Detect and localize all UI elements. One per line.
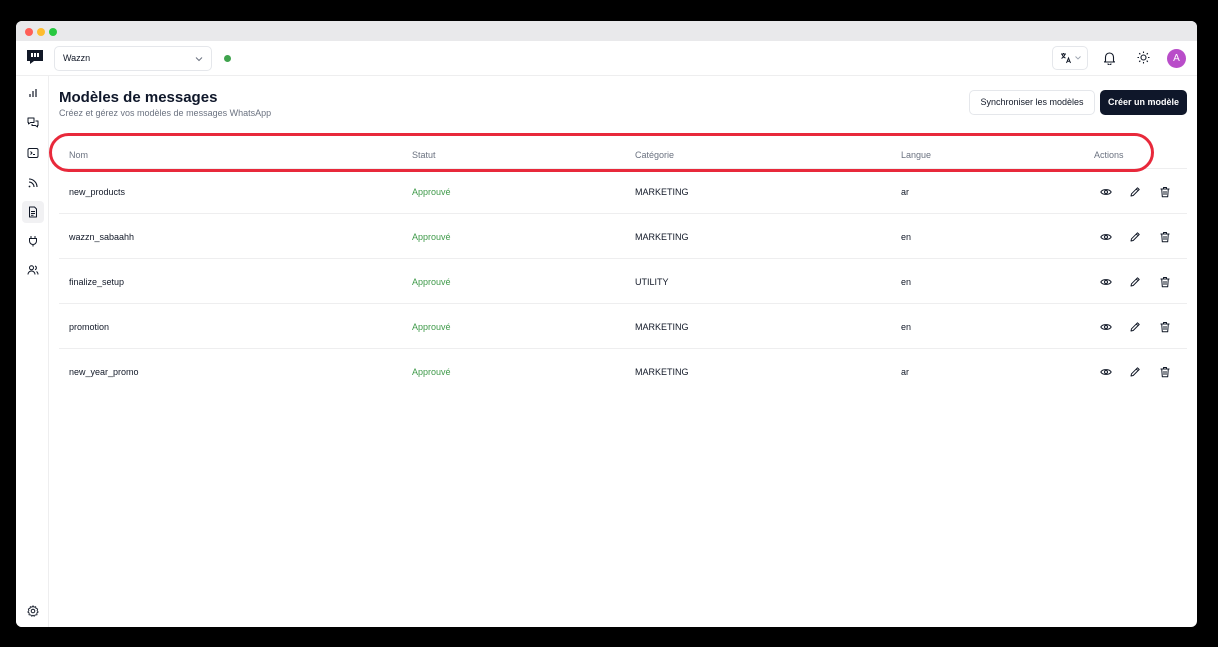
- header-category[interactable]: Catégorie: [635, 150, 674, 160]
- pencil-icon[interactable]: [1129, 276, 1141, 288]
- pencil-icon[interactable]: [1129, 366, 1141, 378]
- plug-icon: [29, 236, 37, 247]
- trash-icon[interactable]: [1159, 321, 1171, 333]
- sidebar-item-contacts[interactable]: [22, 259, 44, 281]
- sidebar-item-broadcast[interactable]: [22, 172, 44, 194]
- template-name: new_products: [69, 187, 126, 197]
- sidebar-item-analytics[interactable]: [22, 82, 44, 104]
- minimize-window-button[interactable]: [37, 28, 45, 36]
- chat-icon: [27, 117, 39, 128]
- gear-icon: [27, 605, 39, 617]
- language-switcher[interactable]: [1052, 46, 1088, 70]
- template-category: MARKETING: [635, 187, 689, 197]
- table-row[interactable]: new_products Approuvé MARKETING ar: [59, 169, 1187, 214]
- template-name: promotion: [69, 322, 110, 332]
- eye-icon[interactable]: [1100, 276, 1112, 288]
- templates-table: Nom Statut Catégorie Langue Actions new_…: [59, 139, 1187, 394]
- sidebar-item-conversations[interactable]: [22, 112, 44, 134]
- table-row[interactable]: finalize_setup Approuvé UTILITY en: [59, 259, 1187, 304]
- app-logo-icon[interactable]: [26, 49, 44, 65]
- trash-icon[interactable]: [1159, 186, 1171, 198]
- template-category: MARKETING: [635, 322, 689, 332]
- workspace-selector[interactable]: Wazzn: [54, 46, 212, 71]
- sidebar-item-templates[interactable]: [22, 201, 44, 223]
- online-status-indicator: [224, 55, 231, 62]
- eye-icon[interactable]: [1100, 366, 1112, 378]
- eye-icon[interactable]: [1100, 231, 1112, 243]
- sync-templates-button[interactable]: Synchroniser les modèles: [969, 90, 1095, 115]
- close-window-button[interactable]: [25, 28, 33, 36]
- bar-chart-icon: [29, 89, 37, 97]
- trash-icon[interactable]: [1159, 276, 1171, 288]
- template-language: ar: [901, 367, 910, 377]
- page-subtitle: Créez et gérez vos modèles de messages W…: [59, 108, 272, 118]
- template-category: UTILITY: [635, 277, 669, 287]
- main-content: Modèles de messages Créez et gérez vos m…: [50, 76, 1197, 627]
- template-status: Approuvé: [412, 277, 451, 287]
- top-bar: Wazzn A: [16, 41, 1197, 76]
- template-category: MARKETING: [635, 367, 689, 377]
- table-row[interactable]: new_year_promo Approuvé MARKETING ar: [59, 349, 1187, 394]
- eye-icon[interactable]: [1100, 321, 1112, 333]
- users-icon: [27, 265, 39, 275]
- workspace-name: Wazzn: [63, 53, 91, 63]
- template-name: finalize_setup: [69, 277, 125, 287]
- user-avatar[interactable]: A: [1167, 49, 1186, 68]
- translate-icon: [1061, 53, 1071, 64]
- header-language[interactable]: Langue: [901, 150, 931, 160]
- pencil-icon[interactable]: [1129, 186, 1141, 198]
- sidebar-item-settings[interactable]: [22, 600, 44, 622]
- app-window: Wazzn A Modèles de messages Créez et gér…: [16, 21, 1197, 627]
- trash-icon[interactable]: [1159, 231, 1171, 243]
- table-row[interactable]: promotion Approuvé MARKETING en: [59, 304, 1187, 349]
- template-name: wazzn_sabaahh: [69, 232, 135, 242]
- template-status: Approuvé: [412, 322, 451, 332]
- title-bar: [16, 21, 1197, 41]
- page-title: Modèles de messages: [59, 89, 218, 106]
- header-name[interactable]: Nom: [69, 150, 88, 160]
- template-status: Approuvé: [412, 232, 451, 242]
- eye-icon[interactable]: [1100, 186, 1112, 198]
- template-language: en: [901, 322, 912, 332]
- template-name: new_year_promo: [69, 367, 139, 377]
- chevron-down-icon: [1075, 56, 1081, 60]
- header-status[interactable]: Statut: [412, 150, 436, 160]
- sidebar-item-console[interactable]: [22, 142, 44, 164]
- header-actions: Actions: [1094, 150, 1124, 160]
- template-language: ar: [901, 187, 910, 197]
- rss-icon: [28, 178, 38, 188]
- pencil-icon[interactable]: [1129, 321, 1141, 333]
- chevron-down-icon: [195, 57, 203, 62]
- template-status: Approuvé: [412, 187, 451, 197]
- create-template-button[interactable]: Créer un modèle: [1100, 90, 1187, 115]
- template-status: Approuvé: [412, 367, 451, 377]
- template-category: MARKETING: [635, 232, 689, 242]
- pencil-icon[interactable]: [1129, 231, 1141, 243]
- document-icon: [29, 206, 37, 218]
- terminal-icon: [27, 148, 39, 158]
- sidebar-item-integrations[interactable]: [22, 230, 44, 252]
- template-language: en: [901, 232, 912, 242]
- table-row[interactable]: wazzn_sabaahh Approuvé MARKETING en: [59, 214, 1187, 259]
- table-header: Nom Statut Catégorie Langue Actions: [59, 139, 1187, 169]
- trash-icon[interactable]: [1159, 366, 1171, 378]
- template-language: en: [901, 277, 912, 287]
- bell-icon[interactable]: [1103, 51, 1116, 65]
- maximize-window-button[interactable]: [49, 28, 57, 36]
- sidebar: [16, 76, 49, 627]
- sun-icon[interactable]: [1137, 51, 1150, 64]
